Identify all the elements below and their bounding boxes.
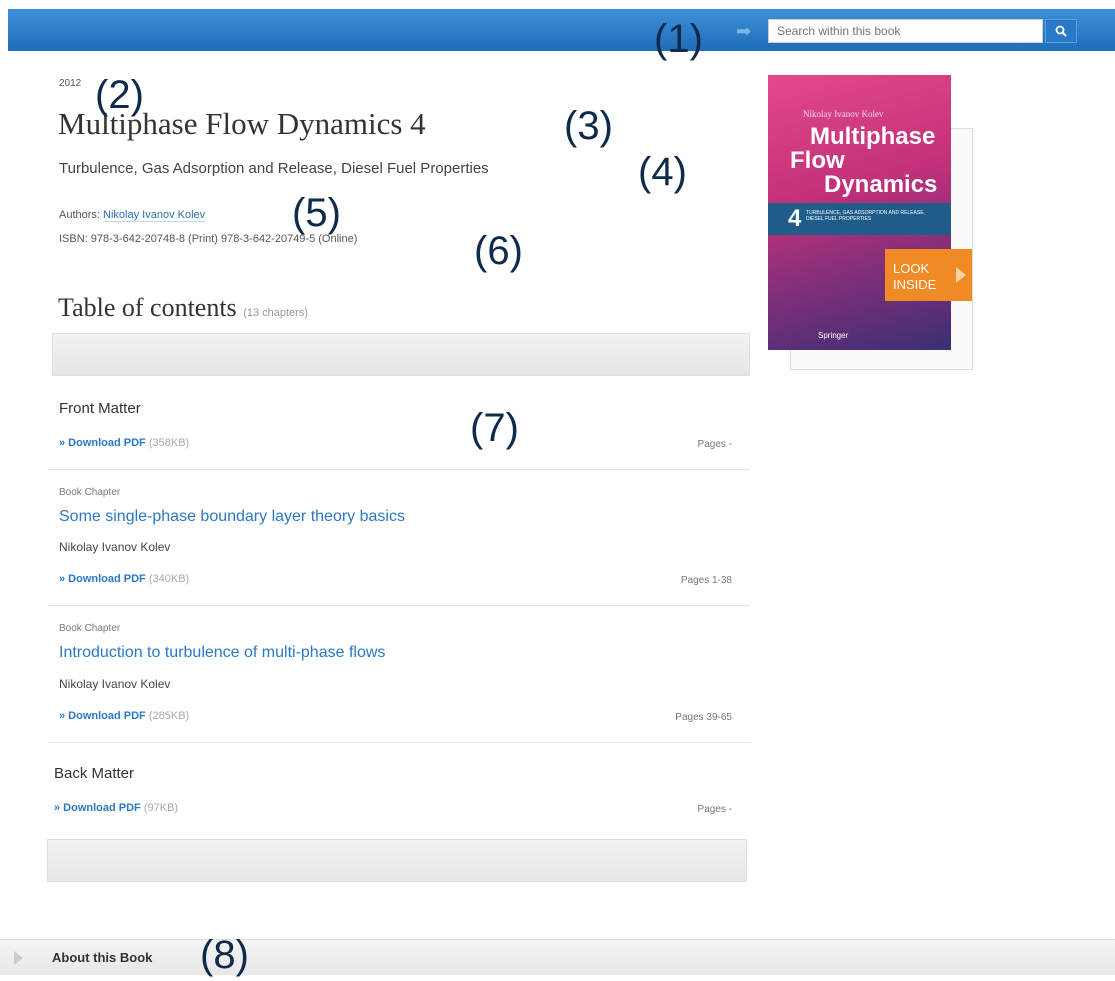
toc-entry-back-matter: Back Matter » Download PDF (97KB) Pages … <box>48 743 750 833</box>
arrow-right-icon <box>956 267 966 283</box>
cover-publisher: Springer <box>818 331 849 340</box>
authors-line: Authors: Nikolay Ivanov Kolev <box>59 209 206 222</box>
file-size: (285KB) <box>148 710 190 722</box>
about-this-book-toggle[interactable]: About this Book <box>0 939 1115 975</box>
callout-marker-6: (6) <box>474 229 523 273</box>
entry-title[interactable]: Front Matter <box>59 400 141 417</box>
expand-triangle-icon <box>14 951 23 965</box>
entry-type: Book Chapter <box>59 487 121 498</box>
chapter-title-link[interactable]: Some single-phase boundary layer theory … <box>59 508 405 526</box>
cover-author: Nikolay Ivanov Kolev <box>803 109 884 119</box>
toc-chapter-count: (13 chapters) <box>243 307 308 319</box>
page-range: Pages 39-65 <box>675 712 732 723</box>
page-range: Pages - <box>697 804 732 815</box>
callout-marker-2: (2) <box>95 73 144 117</box>
page-range: Pages 1-38 <box>680 575 732 586</box>
download-pdf-link[interactable]: » Download PDF (340KB) <box>59 573 189 585</box>
download-pdf-link[interactable]: » Download PDF (285KB) <box>59 710 189 722</box>
toc-entry-front-matter: Front Matter » Download PDF (358KB) Page… <box>48 384 750 470</box>
entry-type: Book Chapter <box>59 623 121 634</box>
book-subtitle: Turbulence, Gas Adsorption and Release, … <box>59 160 489 177</box>
cover-volume: 4 <box>788 205 802 232</box>
toc-title: Table of contents <box>58 293 237 322</box>
search-button[interactable] <box>1045 19 1077 43</box>
callout-marker-8: (8) <box>200 933 249 977</box>
download-pdf-link[interactable]: » Download PDF (97KB) <box>54 802 178 814</box>
search-input[interactable] <box>768 19 1043 43</box>
look-inside-button[interactable]: LOOK INSIDE <box>885 249 972 301</box>
about-this-book-label: About this Book <box>52 950 153 965</box>
file-size: (358KB) <box>148 437 190 449</box>
callout-marker-4: (4) <box>638 150 687 194</box>
callout-marker-7: (7) <box>470 406 519 450</box>
toc-top-bar <box>52 333 750 376</box>
search-icon <box>1055 25 1067 37</box>
file-size: (97KB) <box>143 802 179 814</box>
toc-entry-chapter-2: Book Chapter Introduction to turbulence … <box>48 606 750 743</box>
entry-title[interactable]: Back Matter <box>54 765 134 782</box>
cover-subtitle: TURBULENCE, GAS ADSORPTION AND RELEASE, … <box>806 210 925 222</box>
authors-label: Authors: <box>59 209 100 221</box>
toc-entry-chapter-1: Book Chapter Some single-phase boundary … <box>48 470 750 606</box>
file-size: (340KB) <box>148 573 190 585</box>
chapter-title-link[interactable]: Introduction to turbulence of multi-phas… <box>59 644 385 662</box>
book-cover-image[interactable]: Nikolay Ivanov Kolev Multiphase Flow Dyn… <box>768 75 951 350</box>
page-range: Pages - <box>697 439 732 450</box>
download-pdf-link[interactable]: » Download PDF (358KB) <box>59 437 189 449</box>
arrow-right-icon: ➡ <box>736 21 752 41</box>
author-link[interactable]: Nikolay Ivanov Kolev <box>103 209 206 222</box>
callout-marker-1: (1) <box>654 17 703 61</box>
publication-year: 2012 <box>59 78 82 89</box>
cover-title: Multiphase Flow Dynamics <box>790 123 938 198</box>
callout-marker-5: (5) <box>292 191 341 235</box>
chapter-author: Nikolay Ivanov Kolev <box>59 677 171 691</box>
toc-heading: Table of contents (13 chapters) <box>58 293 308 323</box>
toc-bottom-bar <box>47 839 747 882</box>
callout-marker-3: (3) <box>564 104 613 148</box>
chapter-author: Nikolay Ivanov Kolev <box>59 540 171 554</box>
